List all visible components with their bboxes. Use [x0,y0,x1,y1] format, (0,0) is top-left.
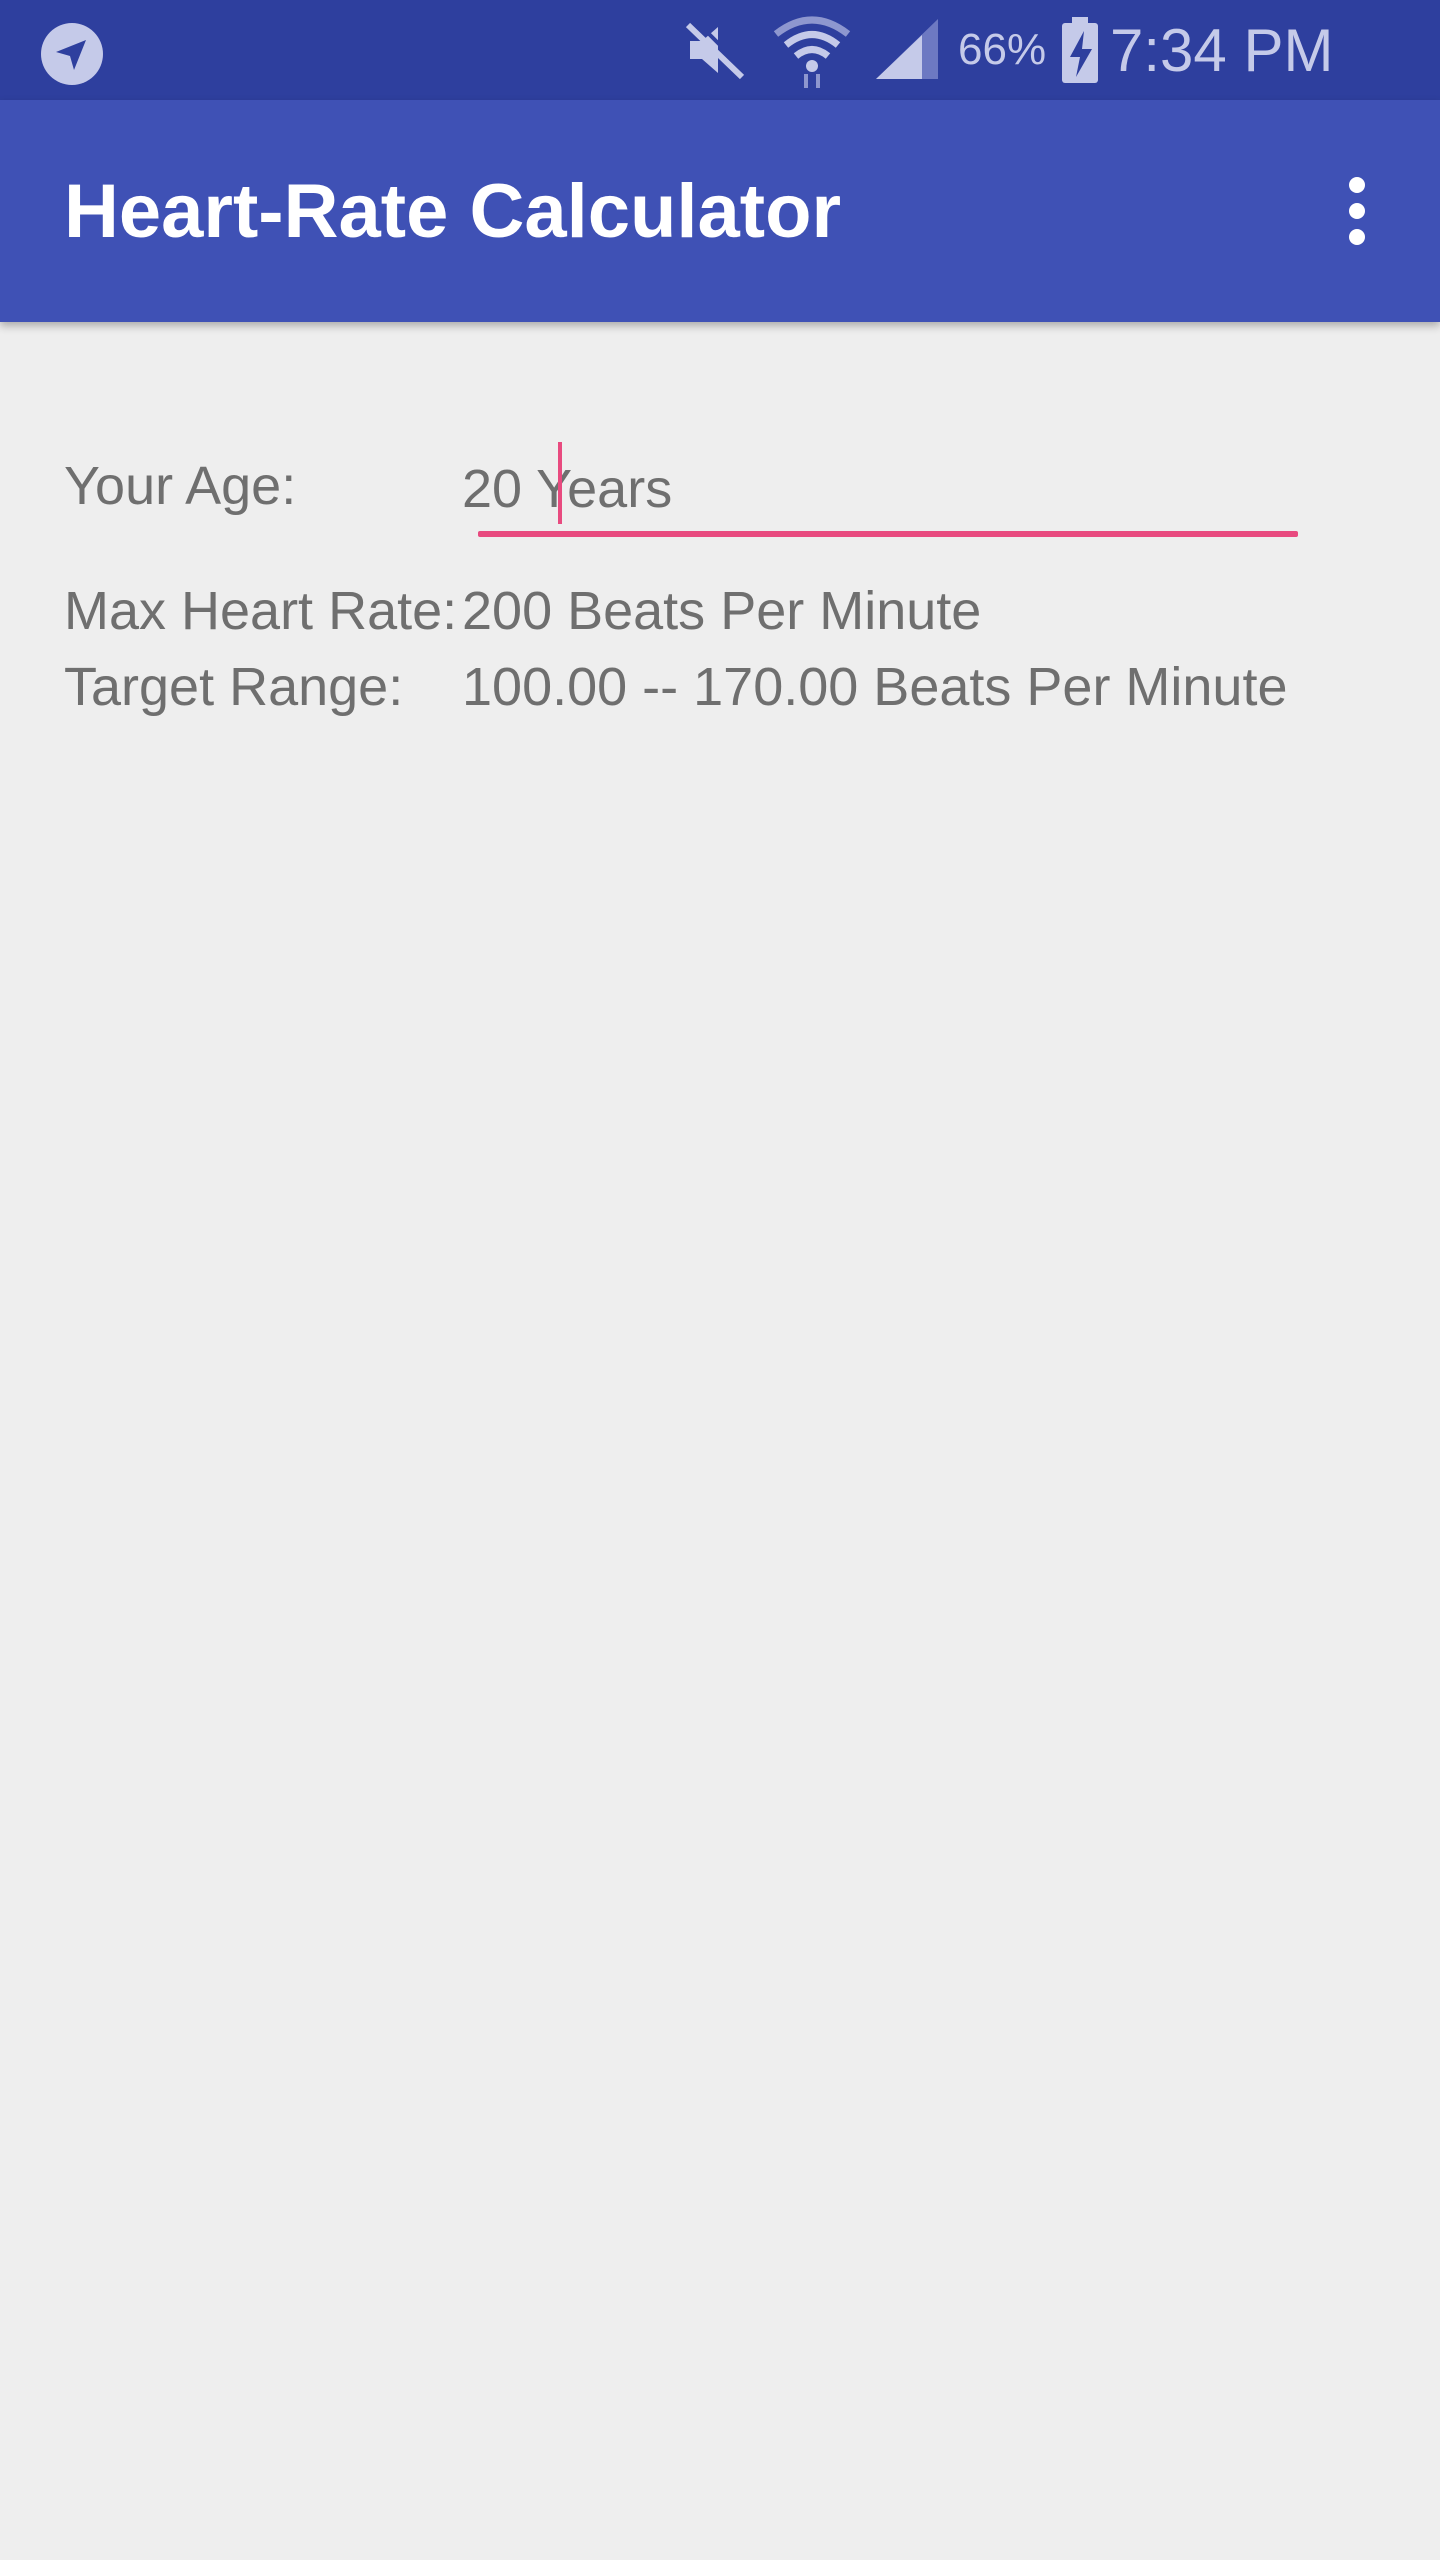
app-title: Heart-Rate Calculator [64,168,842,254]
more-vert-icon [1349,177,1365,245]
app-bar: Heart-Rate Calculator [0,100,1440,322]
target-range-label: Target Range: [64,657,404,717]
status-bar: 66% 7:34 PM [0,0,1440,100]
status-icons: 66% 7:34 PM [680,0,1440,100]
navigation-icon [40,22,104,86]
wifi-icon [772,0,852,100]
more-options-button[interactable] [1302,156,1412,266]
age-input-value: 20 Years [462,459,673,519]
signal-icon [872,0,942,100]
battery-charging-icon [1058,0,1102,100]
mute-icon [680,0,750,100]
age-label: Your Age: [64,456,297,516]
max-heart-rate-label: Max Heart Rate: [64,581,458,641]
battery-percent: 66% [958,25,1047,74]
age-input[interactable]: 20 Years [462,440,1302,540]
max-heart-rate-value: 200 Beats Per Minute [462,581,982,641]
target-range-value: 100.00 -- 170.00 Beats Per Minute [462,657,1288,717]
age-input-underline [478,531,1298,537]
text-cursor [558,442,562,524]
clock: 7:34 PM [1110,16,1334,84]
